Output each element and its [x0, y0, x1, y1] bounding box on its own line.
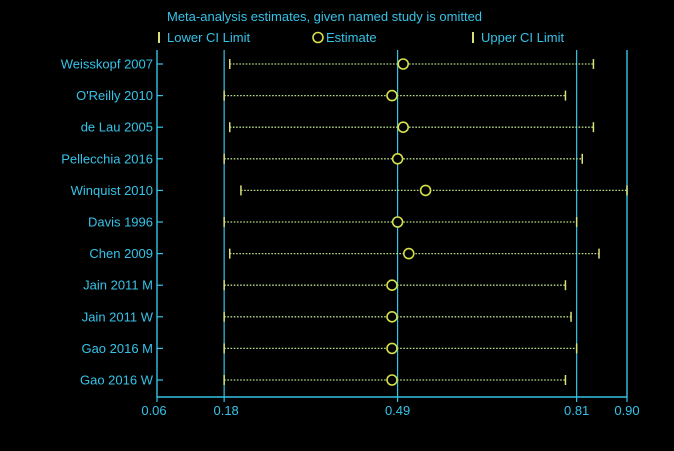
x-tick-label: 0.49 — [385, 403, 410, 418]
estimate-marker — [419, 184, 432, 197]
legend-lower-ci-marker — [158, 32, 160, 43]
estimate-marker — [386, 89, 398, 102]
estimate-marker — [402, 247, 415, 260]
study-label: de Lau 2005 — [81, 120, 153, 135]
legend-estimate-label: Estimate — [326, 30, 377, 45]
study-label: Jain 2011 W — [82, 309, 154, 324]
estimate-marker — [391, 216, 404, 228]
estimate-marker — [386, 342, 398, 355]
study-label: Pellecchia 2016 — [61, 151, 153, 166]
x-tick-label: 0.81 — [564, 403, 589, 418]
estimate-marker — [391, 153, 404, 165]
x-tick-label: 0.18 — [213, 403, 238, 418]
study-label: Jain 2011 M — [83, 278, 153, 293]
study-label: O'Reilly 2010 — [76, 88, 153, 103]
study-label: Gao 2016 M — [81, 341, 153, 356]
study-label: Davis 1996 — [88, 215, 153, 230]
estimate-marker — [397, 121, 409, 133]
study-label: Gao 2016 W — [80, 373, 154, 388]
legend-upper-ci-label: Upper CI Limit — [481, 30, 564, 45]
x-tick-label: 0.90 — [614, 403, 639, 418]
study-label: Chen 2009 — [89, 246, 153, 261]
estimate-marker — [386, 374, 398, 386]
estimate-marker — [397, 58, 409, 70]
legend: Lower CI Limit Estimate Upper CI Limit — [158, 30, 564, 45]
estimate-marker — [386, 279, 398, 292]
study-label: Weisskopf 2007 — [61, 57, 153, 72]
legend-upper-ci-marker — [472, 32, 474, 43]
study-label: Winquist 2010 — [71, 183, 153, 198]
legend-lower-ci-label: Lower CI Limit — [167, 30, 250, 45]
forest-plot: Meta-analysis estimates, given named stu… — [0, 0, 674, 451]
estimate-marker — [386, 310, 398, 323]
x-tick-label: 0.06 — [141, 403, 166, 418]
chart-title: Meta-analysis estimates, given named stu… — [167, 9, 482, 24]
